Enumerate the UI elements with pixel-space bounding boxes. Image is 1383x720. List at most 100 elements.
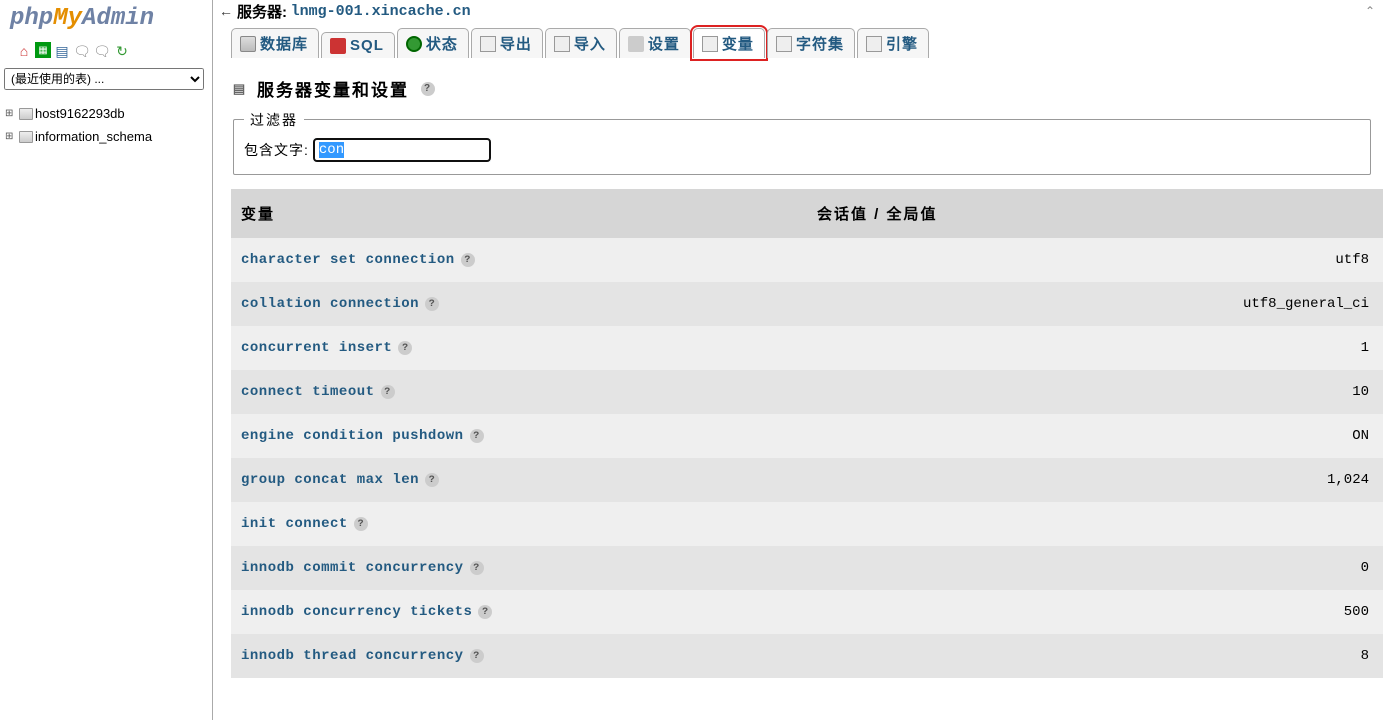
database-name: information_schema (35, 129, 152, 144)
back-arrow-icon[interactable]: ← (219, 3, 233, 19)
tab-label: SQL (350, 37, 384, 54)
help-icon[interactable]: ? (478, 605, 492, 619)
variable-name[interactable]: group concat max len? (241, 472, 817, 488)
page-title-text: 服务器变量和设置 (257, 76, 409, 101)
expand-icon[interactable]: ⊞ (5, 108, 17, 119)
tab-status[interactable]: 状态 (397, 28, 469, 58)
tab-charset[interactable]: 字符集 (767, 28, 855, 58)
charset-icon (776, 36, 792, 52)
collapse-icon[interactable]: ⌃ (1365, 4, 1375, 18)
tab-settings[interactable]: 设置 (619, 28, 691, 58)
sidebar: phpMyAdmin ⌂ ▦ ▤ 🗨 🗨 ↻ (最近使用的表) ... ⊞ ho… (0, 0, 212, 720)
export-icon (480, 36, 496, 52)
variable-value: 8 (817, 648, 1373, 664)
tab-import[interactable]: 导入 (545, 28, 617, 58)
help-icon[interactable]: ? (381, 385, 395, 399)
header-value: 会话值 / 全局值 (817, 203, 1373, 224)
help-icon[interactable]: ? (425, 297, 439, 311)
reload-icon[interactable]: ↻ (113, 42, 131, 60)
server-label: 服务器: (237, 1, 287, 22)
help-icon[interactable]: ? (461, 253, 475, 267)
engine-icon (866, 36, 882, 52)
import-icon (554, 36, 570, 52)
help-icon[interactable]: ? (470, 561, 484, 575)
help-icon[interactable]: ? (425, 473, 439, 487)
page-title: ▤ 服务器变量和设置 ? (231, 76, 1383, 101)
database-icon (19, 131, 33, 143)
variable-name[interactable]: init connect? (241, 516, 817, 532)
calendar-icon[interactable]: ▦ (35, 42, 51, 58)
tab-vars[interactable]: 变量 (693, 28, 765, 58)
sql-icon (330, 38, 346, 54)
logo-my: My (53, 5, 82, 32)
logo[interactable]: phpMyAdmin (0, 0, 212, 37)
help-icon[interactable]: ? (398, 341, 412, 355)
tab-label: 导入 (574, 33, 606, 54)
settings-icon (628, 36, 644, 52)
variable-name[interactable]: engine condition pushdown? (241, 428, 817, 444)
tab-export[interactable]: 导出 (471, 28, 543, 58)
help-icon[interactable]: ? (354, 517, 368, 531)
variable-name[interactable]: innodb concurrency tickets? (241, 604, 817, 620)
expand-icon[interactable]: ⊞ (5, 131, 17, 142)
database-tree: ⊞ host9162293db ⊞ information_schema (0, 100, 212, 150)
variable-value: 0 (817, 560, 1373, 576)
sql-icon[interactable]: ▤ (53, 42, 71, 60)
tab-label: 引擎 (886, 33, 918, 54)
help-icon[interactable]: ? (470, 429, 484, 443)
variable-name[interactable]: innodb thread concurrency? (241, 648, 817, 664)
recent-tables-select[interactable]: (最近使用的表) ... (4, 68, 204, 90)
main-panel: ← 服务器: lnmg-001.xincache.cn ⌃ 数据库 SQL 状态导出… (212, 0, 1383, 720)
variable-name[interactable]: connect timeout? (241, 384, 817, 400)
filter-legend: 过滤器 (244, 110, 304, 130)
filter-input[interactable] (313, 138, 491, 162)
table-header: 变量 会话值 / 全局值 (231, 189, 1383, 238)
table-row: innodb thread concurrency?8 (231, 634, 1383, 678)
server-header: ← 服务器: lnmg-001.xincache.cn ⌃ (213, 0, 1383, 22)
sidebar-toolbar: ⌂ ▦ ▤ 🗨 🗨 ↻ (0, 37, 212, 68)
variable-name[interactable]: concurrent insert? (241, 340, 817, 356)
tab-label: 字符集 (796, 33, 844, 54)
variable-value: ON (817, 428, 1373, 444)
table-row: connect timeout?10 (231, 370, 1383, 414)
variables-table: 变量 会话值 / 全局值 character set connection?ut… (231, 189, 1383, 678)
filter-label: 包含文字: (244, 140, 309, 160)
variable-value: 500 (817, 604, 1373, 620)
database-name: host9162293db (35, 106, 125, 121)
tab-sql[interactable]: SQL (321, 32, 395, 58)
tree-item-database[interactable]: ⊞ information_schema (5, 125, 207, 148)
logo-php: php (10, 5, 53, 32)
tab-label: 变量 (722, 33, 754, 54)
table-row: engine condition pushdown?ON (231, 414, 1383, 458)
header-variable: 变量 (241, 203, 817, 224)
tab-db[interactable]: 数据库 (231, 28, 319, 58)
database-icon (19, 108, 33, 120)
tab-label: 设置 (648, 33, 680, 54)
table-row: innodb concurrency tickets?500 (231, 590, 1383, 634)
help-icon[interactable]: ? (470, 649, 484, 663)
variable-name[interactable]: collation connection? (241, 296, 817, 312)
variable-name[interactable]: character set connection? (241, 252, 817, 268)
help-icon[interactable]: ? (421, 82, 435, 96)
tabs: 数据库 SQL 状态导出 导入 设置 变量 字符集 引擎 (213, 22, 1383, 58)
vars-icon: ▤ (231, 80, 249, 98)
variable-value: utf8 (817, 252, 1373, 268)
table-row: group concat max len?1,024 (231, 458, 1383, 502)
table-row: character set connection?utf8 (231, 238, 1383, 282)
variable-value (817, 516, 1373, 532)
tab-label: 数据库 (260, 33, 308, 54)
query-icon[interactable]: 🗨 (93, 42, 111, 60)
variable-value: 1 (817, 340, 1373, 356)
variable-value: 10 (817, 384, 1373, 400)
docs-icon[interactable]: 🗨 (73, 42, 91, 60)
variable-name[interactable]: innodb commit concurrency? (241, 560, 817, 576)
home-icon[interactable]: ⌂ (15, 42, 33, 60)
filter-box: 过滤器 包含文字: (233, 119, 1371, 175)
variable-value: utf8_general_ci (817, 296, 1373, 312)
variable-value: 1,024 (817, 472, 1373, 488)
db-icon (240, 36, 256, 52)
logo-admin: Admin (82, 5, 154, 32)
vars-icon (702, 36, 718, 52)
tree-item-database[interactable]: ⊞ host9162293db (5, 102, 207, 125)
tab-engine[interactable]: 引擎 (857, 28, 929, 58)
